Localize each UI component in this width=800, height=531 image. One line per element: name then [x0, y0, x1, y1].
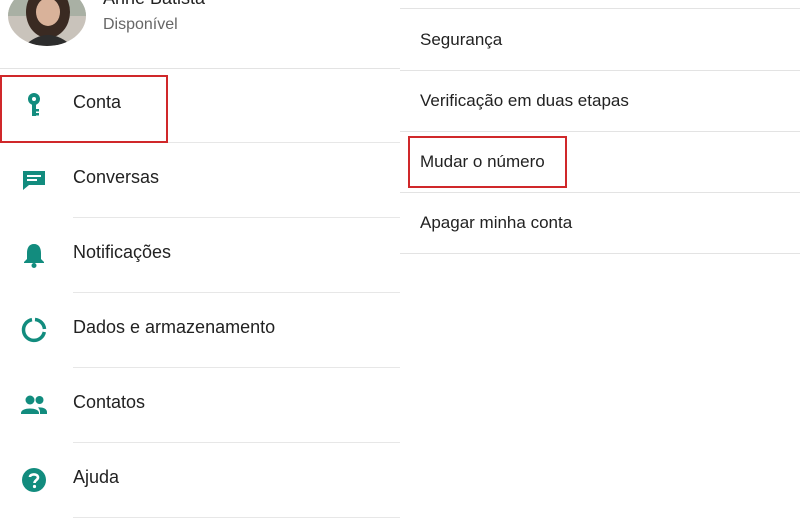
menu-item-label: Ajuda	[73, 467, 120, 487]
option-label: Segurança	[420, 30, 503, 49]
profile-name: Anne Batista	[103, 0, 205, 9]
menu-item-label: Conta	[73, 92, 122, 112]
divider	[73, 517, 400, 518]
profile-status: Disponível	[103, 16, 178, 33]
option-label: Verificação em duas etapas	[420, 91, 629, 110]
avatar[interactable]	[8, 0, 86, 46]
menu-item-contatos[interactable]: Contatos	[0, 368, 400, 443]
menu-item-conta[interactable]: Conta	[0, 68, 400, 143]
settings-panel: Anne Batista Disponível Conta Conversas	[0, 0, 400, 531]
menu-item-conversas[interactable]: Conversas	[0, 143, 400, 218]
option-label: Apagar minha conta	[420, 213, 573, 232]
option-seguranca[interactable]: Segurança	[400, 9, 800, 71]
bell-icon	[20, 241, 48, 269]
key-icon	[20, 91, 48, 119]
option-verificacao-duas-etapas[interactable]: Verificação em duas etapas	[400, 70, 800, 132]
menu-item-label: Dados e armazenamento	[73, 317, 276, 337]
help-icon	[20, 466, 48, 494]
data-usage-icon	[20, 316, 48, 344]
profile-header[interactable]: Anne Batista Disponível	[0, 0, 400, 69]
menu-item-label: Conversas	[73, 167, 160, 187]
option-apagar-conta[interactable]: Apagar minha conta	[400, 192, 800, 254]
option-label: Mudar o número	[420, 152, 545, 171]
menu-item-ajuda[interactable]: Ajuda	[0, 443, 400, 518]
menu-item-dados[interactable]: Dados e armazenamento	[0, 293, 400, 368]
chat-icon	[20, 166, 48, 194]
contacts-icon	[20, 391, 48, 419]
menu-item-label: Notificações	[73, 242, 172, 262]
menu-item-notificacoes[interactable]: Notificações	[0, 218, 400, 293]
menu-item-label: Contatos	[73, 392, 146, 412]
account-panel: Segurança Verificação em duas etapas Mud…	[400, 0, 800, 531]
option-mudar-numero[interactable]: Mudar o número	[400, 131, 800, 193]
